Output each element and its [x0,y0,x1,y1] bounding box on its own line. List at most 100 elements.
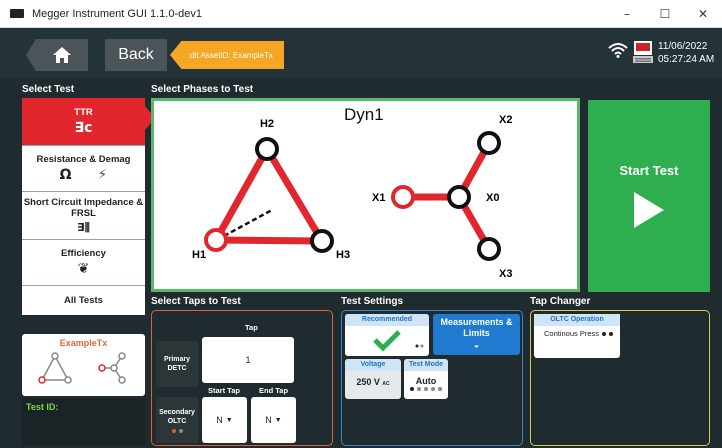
tap-changer-label: Tap Changer [530,296,591,307]
asset-card[interactable]: ExampleTx [22,334,145,396]
recommended-card[interactable]: Recommended [345,314,429,356]
phase-h3-h1[interactable] [215,236,323,245]
maximize-button[interactable]: ☐ [646,0,684,28]
phase-diagram: H2 H1 H3 X1 X0 X2 X3 [192,114,512,280]
end-tap-header: End Tap [259,386,289,395]
play-icon [634,191,664,228]
ohm-icon: Ω [59,167,72,183]
leaf-icon: ❦ [77,261,90,277]
test-item-resistance[interactable]: Resistance & Demag Ω ⚡ [22,146,145,192]
test-mode-value: Auto [415,376,437,386]
home-button[interactable] [26,39,88,71]
asset-diagram-icon [38,352,126,384]
node-x1[interactable] [391,185,415,209]
primary-text: Primary [163,356,191,363]
time-text: 05:27:24 AM [658,54,715,65]
pager-dot [601,332,606,336]
node-x2[interactable] [477,131,501,155]
primary-sub: DETC [167,365,187,372]
back-button[interactable]: Back [105,39,167,71]
start-tap-value: N [216,415,223,425]
test-item-label: Short Circuit Impedance & FRSL [23,196,144,219]
oltc-pager [601,332,613,336]
node-h1[interactable] [204,228,228,252]
test-item-short-circuit[interactable]: Short Circuit Impedance & FRSL ∃⫼ [22,192,145,240]
voltage-unit: AC [382,381,390,387]
app-icon [10,9,24,18]
start-test-label: Start Test [619,162,679,178]
home-icon [53,47,71,63]
phases-panel: Dyn1 H2 H1 H3 X1 X0 X2 X3 [151,98,580,292]
secondary-sub: OLTC [167,417,187,425]
minimize-button[interactable]: – [608,0,646,28]
edit-asset-tag[interactable]: :dit AssetID: ExampleTx [170,41,284,69]
test-item-ttr[interactable]: TTR ∃c [22,98,145,146]
test-mode-pager [404,387,448,391]
test-list: TTR ∃c Resistance & Demag Ω ⚡ Short Circ… [22,98,145,315]
label-h3: H3 [336,249,350,261]
test-settings-panel: Recommended Measurements & Limits ◒ Volt… [341,310,523,446]
taps-panel: Tap Primary DETC 1 Start Tap End Tap Sec… [151,310,333,446]
start-test-button[interactable]: Start Test [588,100,710,292]
test-item-label: Efficiency [61,248,106,259]
voltage-value-row: 250 V AC [345,377,401,387]
voltage-card[interactable]: Voltage 250 V AC [345,359,401,399]
start-tap-select[interactable]: N ▼ [202,397,247,443]
date-text: 11/06/2022 [658,41,708,52]
node-x3[interactable] [477,237,501,261]
chevron-down-icon: ▼ [225,416,233,424]
instrument-icon [633,41,653,63]
impedance-icon: ∃⫼ [77,220,90,234]
select-phases-label: Select Phases to Test [151,84,254,95]
gauge-icon: ◒ [473,340,480,350]
select-test-label: Select Test [22,84,75,95]
label-h2: H2 [260,118,274,130]
app-area: Back :dit AssetID: ExampleTx 11/06/2022 … [0,28,722,448]
pager-dot [431,387,435,391]
recommended-label: Recommended [345,314,429,326]
end-tap-select[interactable]: N ▼ [251,397,296,443]
chevron-down-icon: ▼ [274,416,282,424]
test-mode-card[interactable]: Test Mode Auto [404,359,448,399]
test-item-efficiency[interactable]: Efficiency ❦ [22,240,145,286]
test-settings-label: Test Settings [341,296,404,307]
node-x0[interactable] [447,185,471,209]
phase-h2-h3[interactable] [263,147,326,243]
secondary-label: Secondary OLTC [156,397,198,443]
select-taps-label: Select Taps to Test [151,296,241,307]
measurements-label: Measurements & Limits [440,317,513,338]
pager-dot [178,428,183,433]
pager-dot [410,387,414,391]
pager-dot [417,387,421,391]
node-h3[interactable] [310,229,334,253]
window-title: Megger Instrument GUI 1.1.0-dev1 [32,7,202,20]
ttr-icon: ∃c [74,120,93,136]
app-header: Back :dit AssetID: ExampleTx 11/06/2022 … [0,28,722,78]
start-tap-header: Start Tap [208,386,240,395]
primary-tap-input[interactable]: 1 [202,337,294,383]
pager-dot [438,387,442,391]
window-controls: – ☐ ✕ [608,0,722,28]
test-item-label: All Tests [64,295,103,306]
close-button[interactable]: ✕ [684,0,722,28]
oltc-label: OLTC Operation [534,314,620,326]
test-mode-label: Test Mode [404,359,448,371]
wifi-icon [608,43,628,58]
secondary-pager [171,428,183,433]
label-x1: X1 [372,192,385,204]
test-item-label: TTR [74,107,93,118]
oltc-operation-card[interactable]: OLTC Operation Continous Press [534,314,620,358]
tap-header: Tap [245,323,258,332]
voltage-value: 250 V [356,377,380,387]
measurements-limits-button[interactable]: Measurements & Limits ◒ [433,314,520,355]
node-h2[interactable] [255,137,279,161]
test-item-all-tests[interactable]: All Tests [22,286,145,315]
test-id-label: Test ID: [26,402,59,412]
label-x0: X0 [486,192,499,204]
test-id-box[interactable]: Test ID: [22,398,145,446]
oltc-value: Continous Press [543,329,600,338]
test-item-label: Resistance & Demag [36,154,131,165]
pager-dot [608,332,613,336]
window-titlebar: Megger Instrument GUI 1.1.0-dev1 – ☐ ✕ [0,0,722,28]
demag-icon: ⚡ [97,167,108,183]
